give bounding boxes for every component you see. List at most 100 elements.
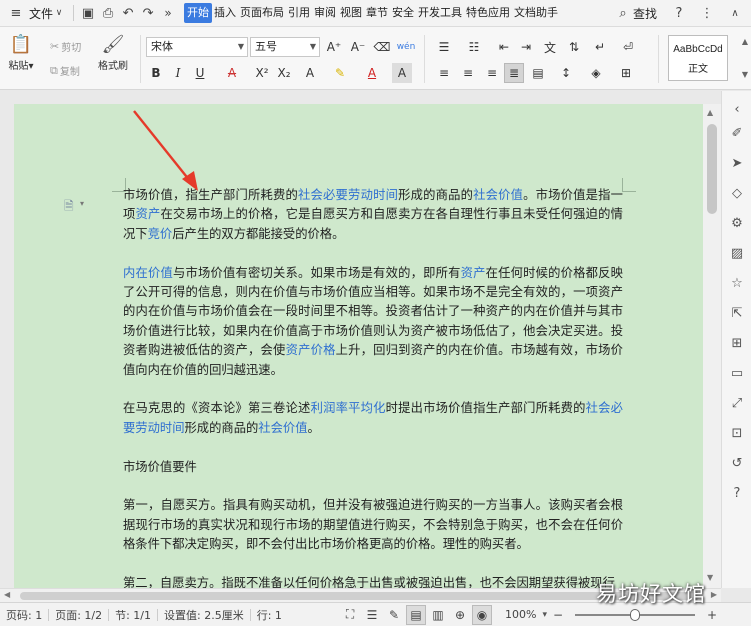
zoom-slider[interactable] [575, 608, 695, 621]
search-button[interactable]: ⌕ 查找 [613, 4, 657, 24]
style-normal[interactable]: AaBbCcDd 正文 [668, 35, 728, 81]
pen-icon[interactable]: ✐ [727, 123, 747, 143]
hyperlink[interactable]: 利润率平均化 [311, 401, 386, 415]
justify-icon[interactable]: ≣ [504, 63, 524, 83]
eye-protection-icon[interactable]: ◉ [472, 604, 493, 625]
image-icon[interactable]: ▨ [727, 243, 747, 263]
chevron-up-icon[interactable]: ▲ [742, 37, 748, 46]
share-icon[interactable]: ⇱ [727, 303, 747, 323]
edit-mode-icon[interactable]: ✎ [384, 605, 404, 625]
line-break-icon[interactable]: ⏎ [618, 37, 638, 57]
paragraph[interactable]: 内在价值与市场价值有密切关系。如果市场是有效的，即所有资产在任何时候的价格都反映… [123, 264, 623, 380]
adjust-settings-icon[interactable]: ⚙ [727, 213, 747, 233]
distribute-icon[interactable]: ▤ [528, 63, 548, 83]
hyperlink[interactable]: 资产 [136, 207, 161, 221]
hyperlink[interactable]: 社会必要劳动时间 [298, 188, 398, 202]
tab-6[interactable]: 章节 [364, 3, 390, 23]
select-pointer-icon[interactable]: ➤ [727, 153, 747, 173]
grow-font-icon[interactable]: A⁺ [324, 37, 344, 57]
subscript-icon[interactable]: X₂ [274, 63, 294, 83]
shapes-icon[interactable]: ◇ [727, 183, 747, 203]
tab-3[interactable]: 引用 [286, 3, 312, 23]
help-icon[interactable]: ? [727, 483, 747, 503]
font-color-icon[interactable]: A [362, 63, 382, 83]
document-body[interactable]: 市场价值，指生产部门所耗费的社会必要劳动时间形成的商品的社会价值。市场价值是指一… [123, 186, 623, 613]
align-left-icon[interactable]: ≡ [434, 63, 454, 83]
expand-icon[interactable]: ⤢ [727, 393, 747, 413]
page-view-icon[interactable]: ▤ [406, 604, 427, 625]
tab-1[interactable]: 插入 [212, 3, 238, 23]
web-view-icon[interactable]: ⊕ [450, 605, 470, 625]
paragraph[interactable]: 第一，自愿买方。指具有购买动机，但并没有被强迫进行购买的一方当事人。该购买者会根… [123, 496, 623, 554]
increase-indent-icon[interactable]: ⇥ [516, 37, 536, 57]
chevron-up-icon[interactable]: ▲ [707, 108, 713, 117]
line-info[interactable]: 行: 1 [251, 607, 288, 623]
align-center-icon[interactable]: ≡ [458, 63, 478, 83]
hyperlink[interactable]: 资产价格 [286, 343, 336, 357]
hyperlink[interactable]: 社会价值 [258, 421, 307, 435]
decrease-indent-icon[interactable]: ⇤ [494, 37, 514, 57]
tab-2[interactable]: 页面布局 [238, 3, 286, 23]
help-icon[interactable]: ? [669, 4, 689, 24]
show-marks-icon[interactable]: ↵ [590, 37, 610, 57]
phonetic-guide-icon[interactable]: wén [396, 37, 416, 57]
backup-icon[interactable]: ⊡ [727, 423, 747, 443]
superscript-icon[interactable]: X² [252, 63, 272, 83]
redo-icon[interactable]: ↷ [138, 3, 158, 23]
italic-icon[interactable]: I [168, 63, 188, 83]
undo-icon[interactable]: ↶ [118, 3, 138, 23]
scrollbar-thumb[interactable] [707, 124, 717, 214]
paste-button[interactable]: 📋 粘贴▾ [8, 31, 34, 73]
hyperlink[interactable]: 竞价 [148, 227, 173, 241]
font-name-select[interactable]: 宋体 ▼ [146, 37, 248, 57]
chevron-right-icon[interactable]: ▶ [711, 590, 717, 599]
star-icon[interactable]: ☆ [727, 273, 747, 293]
hyperlink[interactable]: 内在价值 [123, 266, 173, 280]
zoom-out-icon[interactable]: − [548, 605, 568, 625]
clear-format-icon[interactable]: ⌫ [372, 37, 392, 57]
chevron-down-icon[interactable]: ▾ [80, 199, 84, 208]
collapse-ribbon-icon[interactable]: ∧ [725, 4, 745, 24]
paragraph[interactable]: 在马克思的《资本论》第三卷论述利润率平均化时提出市场价值指生产部门所耗费的社会必… [123, 399, 623, 438]
reading-view-icon[interactable]: ▥ [428, 605, 448, 625]
tab-4[interactable]: 审阅 [312, 3, 338, 23]
chinese-layout-icon[interactable]: 文 [540, 37, 560, 57]
section-info[interactable]: 节: 1/1 [109, 607, 157, 623]
format-painter-button[interactable]: 🖌 格式刷 [98, 31, 128, 73]
ribbon-scroll[interactable]: ▲ ▼ [739, 37, 751, 79]
character-shading-icon[interactable]: A [392, 63, 412, 83]
shading-fill-icon[interactable]: ◈ [586, 63, 606, 83]
tab-8[interactable]: 开发工具 [416, 3, 464, 23]
focus-mode-icon[interactable]: ⛶ [340, 605, 360, 625]
setting-value[interactable]: 设置值: 2.5厘米 [158, 607, 250, 623]
archive-icon[interactable]: ▭ [727, 363, 747, 383]
tab-9[interactable]: 特色应用 [464, 3, 512, 23]
vertical-scrollbar[interactable]: ▲ ▼ [703, 104, 721, 588]
tab-5[interactable]: 视图 [338, 3, 364, 23]
zoom-slider-knob[interactable] [630, 608, 640, 621]
tab-7[interactable]: 安全 [390, 3, 416, 23]
line-spacing-icon[interactable]: ↕ [556, 63, 576, 83]
bold-icon[interactable]: B [146, 63, 166, 83]
more-icon[interactable]: ⋮ [697, 4, 717, 24]
page-count[interactable]: 页面: 1/2 [49, 607, 108, 623]
paragraph-layout-icon[interactable]: 🗎 [64, 197, 74, 218]
sort-icon[interactable]: ⇅ [564, 37, 584, 57]
underline-icon[interactable]: U [190, 63, 210, 83]
document-page[interactable]: 🗎 ▾ 市场价值，指生产部门所耗费的社会必要劳动时间形成的商品的社会价值。市场价… [14, 104, 703, 590]
zoom-level[interactable]: 100% [499, 608, 542, 621]
shrink-font-icon[interactable]: A⁻ [348, 37, 368, 57]
strikethrough-icon[interactable]: A [222, 63, 242, 83]
outline-icon[interactable]: ☰ [362, 605, 382, 625]
hyperlink[interactable]: 资产 [461, 266, 486, 280]
page-number[interactable]: 页码: 1 [0, 607, 48, 623]
chevron-down-icon[interactable]: ▼ [707, 573, 713, 582]
tab-0[interactable]: 开始 [184, 3, 213, 23]
highlight-icon[interactable]: ✎ [330, 63, 350, 83]
file-menu[interactable]: ≡ 文件 ∨ [0, 0, 69, 26]
paragraph[interactable]: 市场价值要件 [123, 458, 623, 477]
history-icon[interactable]: ↺ [727, 453, 747, 473]
tab-10[interactable]: 文档助手 [512, 3, 560, 23]
font-size-select[interactable]: 五号 ▼ [250, 37, 320, 57]
borders-icon[interactable]: ⊞ [616, 63, 636, 83]
